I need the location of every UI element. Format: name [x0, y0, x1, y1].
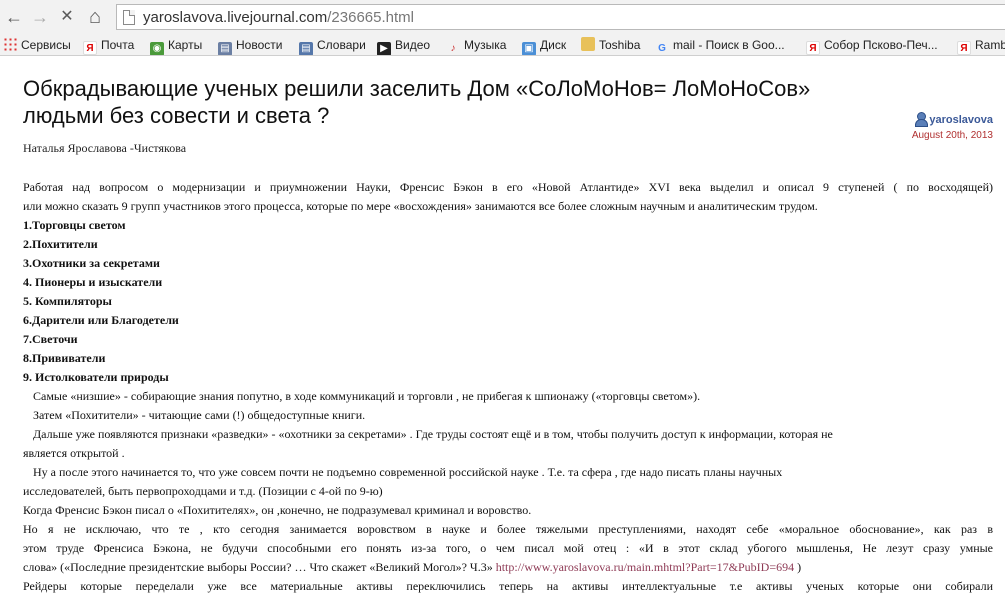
dictionary-icon: ▤: [299, 42, 313, 55]
paragraph-text: слова» («Последние президентские выборы …: [23, 560, 493, 574]
bookmark-label: Сервисы: [21, 38, 71, 52]
stop-icon: ✕: [60, 8, 74, 25]
bookmark-disk[interactable]: ▣ Диск: [522, 36, 567, 55]
list-item: 2.Похитители: [23, 237, 98, 251]
bookmark-label: Почта: [101, 38, 135, 52]
paragraph: Работая над вопросом о модернизации и пр…: [23, 180, 993, 194]
user-icon: [914, 112, 929, 127]
username[interactable]: yaroslavova: [929, 114, 993, 126]
google-icon: G: [658, 43, 666, 54]
browser-toolbar: ← → ✕ ⌂ yaroslavova.livejournal.com/2366…: [0, 0, 1005, 34]
article-link[interactable]: http://www.yaroslavova.ru/main.mhtml?Par…: [496, 560, 794, 574]
stop-button[interactable]: ✕: [55, 5, 79, 29]
paragraph: этом труде Френсиса Бэкона, не будучи сп…: [23, 541, 993, 555]
paragraph: является открытой .: [23, 446, 125, 460]
bookmark-label: Новости: [236, 38, 283, 52]
post-title: Обкрадывающие ученых решили заселить Дом…: [23, 76, 811, 128]
paragraph: Ну а после этого начинается то, что уже …: [33, 465, 783, 479]
post-date: August 20th, 2013: [911, 130, 993, 141]
bookmark-label: Видео: [395, 38, 431, 52]
page-icon: [123, 10, 135, 25]
paragraph: Затем «Похитители» - читающие сами (!) о…: [33, 408, 366, 422]
apps-icon: [3, 37, 17, 51]
maps-icon: ◉: [150, 42, 164, 55]
paragraph: слова» («Последние президентские выборы …: [23, 558, 993, 577]
paragraph: Рейдеры которые переделали уже все матер…: [23, 579, 993, 593]
forward-button[interactable]: →: [28, 5, 52, 29]
paragraph: Дальше уже появляются признаки «разведки…: [33, 427, 833, 441]
bookmark-video[interactable]: ▶ Видео: [377, 36, 431, 55]
bookmark-label: Ramb: [975, 38, 1005, 52]
home-icon: ⌂: [88, 6, 102, 28]
list-item: 9. Истолкователи природы: [23, 370, 169, 384]
bookmark-toshiba[interactable]: Toshiba: [581, 36, 640, 54]
bookmark-mail[interactable]: Я Почта: [83, 36, 135, 55]
url-path: /236665.html: [327, 9, 414, 26]
back-button[interactable]: ←: [2, 5, 26, 29]
page-content: Обкрадывающие ученых решили заселить Дом…: [0, 57, 1005, 603]
list-item: 8.Прививатели: [23, 351, 106, 365]
bookmark-label: Карты: [168, 38, 203, 52]
bookmark-music[interactable]: ♪ Музыка: [446, 36, 507, 54]
post-author: Наталья Ярославова -Чистякова: [23, 141, 187, 155]
paragraph: или можно сказать 9 групп участников это…: [23, 199, 818, 213]
url-text: yaroslavova.livejournal.com/236665.html: [143, 9, 414, 26]
yandex-icon: Я: [957, 41, 971, 55]
bookmark-label: mail - Поиск в Goo...: [673, 38, 785, 52]
bookmark-google-mail-search[interactable]: Gmail - Поиск в Goo...: [655, 36, 785, 54]
list-item: 6.Дарители или Благодетели: [23, 313, 179, 327]
list-item: 3.Охотники за секретами: [23, 256, 160, 270]
forward-arrow-icon: →: [31, 7, 49, 27]
news-icon: ▤: [218, 42, 232, 55]
bookmark-maps[interactable]: ◉ Карты: [150, 36, 203, 55]
paragraph-text: ): [797, 560, 802, 574]
address-bar[interactable]: yaroslavova.livejournal.com/236665.html: [116, 4, 1005, 30]
bookmark-news[interactable]: ▤ Новости: [218, 36, 283, 55]
bookmark-label: Диск: [540, 38, 567, 52]
list-item: 1.Торговцы светом: [23, 218, 126, 232]
list-item: 5. Компиляторы: [23, 294, 112, 308]
bookmark-ramb[interactable]: Я Ramb: [957, 36, 1005, 55]
post-meta: yaroslavova August 20th, 2013: [912, 112, 993, 141]
paragraph: исследователей, быть первопроходцами и т…: [23, 484, 383, 498]
paragraph: Когда Френсис Бэкон писал о «Похитителях…: [23, 503, 532, 517]
home-button[interactable]: ⌂: [83, 5, 107, 29]
bookmark-sobor[interactable]: Я Собор Псково-Печ...: [806, 36, 938, 55]
bookmark-dictionaries[interactable]: ▤ Словари: [299, 36, 366, 55]
post-body: Работая над вопросом о модернизации и пр…: [23, 178, 993, 596]
video-icon: ▶: [377, 42, 391, 55]
bookmark-label: Музыка: [464, 38, 507, 52]
bookmarks-bar: Сервисы Я Почта ◉ Карты ▤ Новости ▤ Словари …: [0, 34, 1005, 56]
yandex-icon: Я: [83, 41, 97, 55]
bookmark-label: Словари: [317, 38, 366, 52]
bookmark-services[interactable]: Сервисы: [3, 36, 71, 54]
folder-icon: [581, 37, 595, 51]
paragraph: Самые «низшие» - собирающие знания попут…: [33, 389, 701, 403]
bookmark-label: Собор Псково-Печ...: [824, 38, 938, 52]
disk-icon: ▣: [522, 42, 536, 55]
music-icon: ♪: [450, 43, 456, 54]
list-item: 4. Пионеры и изыскатели: [23, 275, 163, 289]
list-item: 7.Светочи: [23, 332, 78, 346]
url-host: yaroslavova.livejournal.com: [143, 9, 328, 26]
bookmark-label: Toshiba: [599, 38, 641, 52]
yandex-icon: Я: [806, 41, 820, 55]
back-arrow-icon: ←: [5, 7, 23, 27]
paragraph: Но я не исключаю, что те , кто сегодня з…: [23, 522, 993, 536]
post-user[interactable]: yaroslavova: [912, 112, 993, 127]
